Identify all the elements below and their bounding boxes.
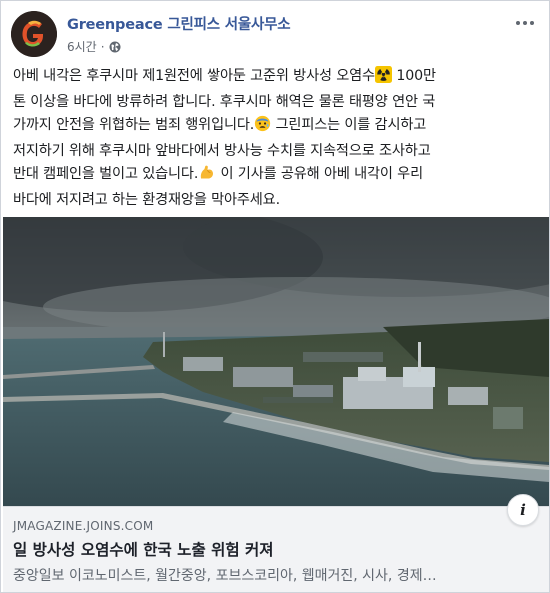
link-preview-card[interactable]: i JMAGAZINE.JOINS.COM 일 방사성 오염수에 한국 노출 위… bbox=[3, 494, 549, 592]
post-text-line: 아베 내각은 후쿠시마 제1원전에 쌓아둔 고준위 방사성 오염수 100만 bbox=[13, 65, 543, 91]
post-timestamp[interactable]: 6시간 bbox=[67, 38, 97, 55]
link-domain: JMAGAZINE.JOINS.COM bbox=[13, 519, 154, 533]
facebook-post: Greenpeace 그린피스 서울사무소 6시간 · 아베 내각은 후쿠시마 … bbox=[0, 0, 550, 593]
page-name-link[interactable]: Greenpeace 그린피스 서울사무소 bbox=[67, 13, 291, 34]
more-dot bbox=[530, 21, 534, 25]
meta-separator: · bbox=[100, 39, 105, 54]
post-text-line: 저지하기 위해 후쿠시마 앞바다에서 방사능 수치를 지속적으로 조사하고 bbox=[13, 143, 431, 159]
post-meta: 6시간 · bbox=[67, 38, 121, 55]
more-dot bbox=[516, 21, 520, 25]
more-dot bbox=[523, 21, 527, 25]
post-text-line: 톤 이상을 바다에 방류하려 합니다. 후쿠시마 해역은 물론 태평양 연안 국 bbox=[13, 94, 436, 110]
nuclear-plant-aerial-photo bbox=[3, 217, 549, 506]
globe-icon[interactable] bbox=[109, 41, 121, 53]
anxious-face-icon bbox=[254, 115, 271, 140]
link-preview-image[interactable] bbox=[3, 217, 549, 506]
avatar[interactable] bbox=[11, 11, 57, 57]
radioactive-icon bbox=[374, 66, 392, 91]
link-title[interactable]: 일 방사성 오염수에 한국 노출 위험 커져 bbox=[13, 538, 274, 560]
post-body-text: 아베 내각은 후쿠시마 제1원전에 쌓아둔 고준위 방사성 오염수 100만 톤… bbox=[13, 65, 543, 212]
post-text-line: 바다에 저지려고 하는 환경재앙을 막아주세요. bbox=[13, 192, 280, 208]
post-text-line: 반대 캠페인을 벌이고 있습니다. 이 기사를 공유해 아베 내각이 우리 bbox=[13, 163, 543, 189]
link-description: 중앙일보 이코노미스트, 월간중앙, 포브스코리아, 웹매거진, 시사, 경제… bbox=[13, 568, 437, 584]
info-icon[interactable]: i bbox=[507, 494, 539, 526]
flexed-biceps-icon bbox=[198, 164, 216, 189]
post-header: Greenpeace 그린피스 서울사무소 6시간 · bbox=[11, 11, 541, 59]
post-text-line: 가까지 안전을 위협하는 범죄 행위입니다. 그린피스는 이를 감시하고 bbox=[13, 114, 543, 140]
greenpeace-logo-icon bbox=[11, 11, 57, 57]
more-options-button[interactable] bbox=[513, 15, 537, 31]
